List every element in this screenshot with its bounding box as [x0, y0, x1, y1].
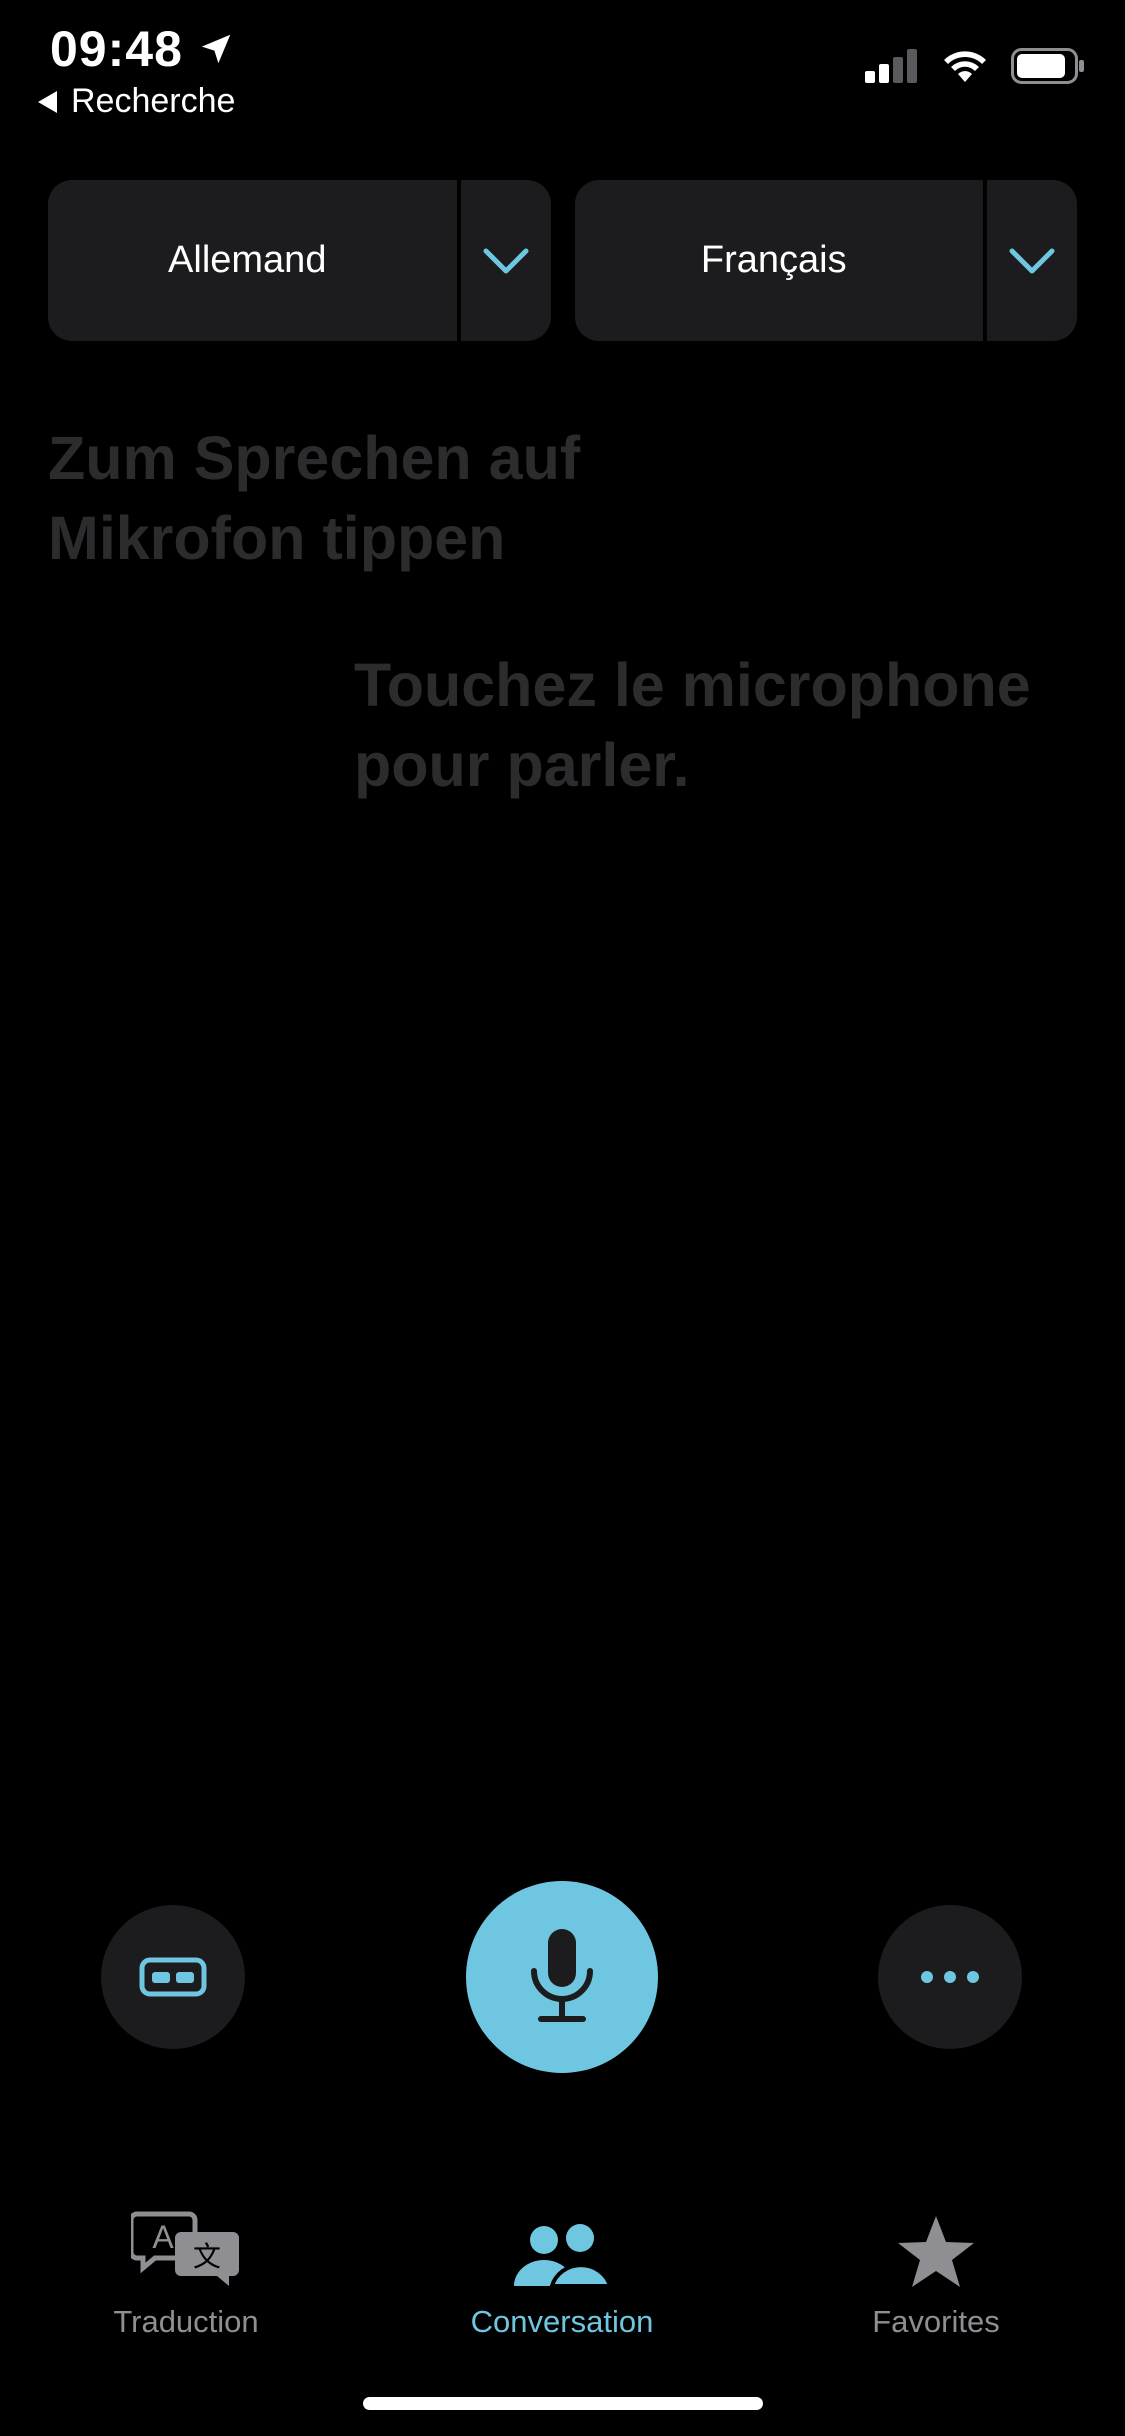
tab-icon-wrapper	[512, 2200, 612, 2290]
star-icon	[898, 2216, 974, 2287]
cellular-signal-icon	[865, 49, 917, 83]
source-language-dropdown[interactable]	[461, 180, 551, 341]
translate-icon: A 文	[131, 2211, 239, 2286]
wifi-icon	[944, 51, 986, 82]
battery-icon	[1011, 48, 1084, 84]
target-language-label: Français	[700, 239, 847, 281]
target-language-prompt: Touchez le microphone pour parler.	[354, 651, 1031, 799]
tab-icon-wrapper: A 文	[131, 2200, 241, 2290]
back-triangle-icon	[38, 90, 57, 113]
location-arrow-icon	[201, 34, 231, 64]
microphone-icon	[531, 1929, 593, 2022]
tab-label: Favorites	[872, 2304, 1000, 2339]
back-to-search-link[interactable]: Recherche	[38, 82, 235, 121]
target-language-dropdown[interactable]	[987, 180, 1077, 341]
tab-conversation[interactable]: Conversation	[412, 2200, 712, 2340]
clock-text: 09:48	[50, 21, 183, 77]
svg-text:文: 文	[193, 2240, 221, 2273]
status-time: 09:48	[50, 20, 235, 78]
source-language-label: Allemand	[168, 239, 327, 281]
source-language-selector[interactable]: Allemand	[48, 180, 551, 341]
svg-text:A: A	[152, 2219, 174, 2255]
source-language-prompt: Zum Sprechen auf Mikrofon tippen	[48, 424, 581, 572]
subtitles-icon	[139, 1957, 207, 1997]
more-options-button[interactable]	[878, 1905, 1022, 2049]
people-icon	[514, 2224, 612, 2288]
tab-favorites[interactable]: Favorites	[786, 2200, 1086, 2340]
language-selector-row: Allemand Français	[48, 180, 1077, 341]
back-link-label: Recherche	[71, 82, 236, 120]
tab-traduction[interactable]: A 文 Traduction	[36, 2200, 336, 2340]
chevron-down-icon	[1009, 248, 1055, 273]
tab-icon-wrapper	[896, 2200, 976, 2290]
home-indicator[interactable]	[363, 2397, 763, 2410]
tab-label: Traduction	[113, 2304, 259, 2339]
chevron-down-icon	[483, 248, 528, 273]
ellipsis-icon	[921, 1971, 979, 1983]
target-language-selector[interactable]: Français	[574, 180, 1077, 341]
microphone-button[interactable]	[466, 1881, 658, 2073]
status-indicators	[865, 48, 1085, 84]
tab-label: Conversation	[470, 2304, 654, 2339]
subtitles-button[interactable]	[101, 1905, 245, 2049]
